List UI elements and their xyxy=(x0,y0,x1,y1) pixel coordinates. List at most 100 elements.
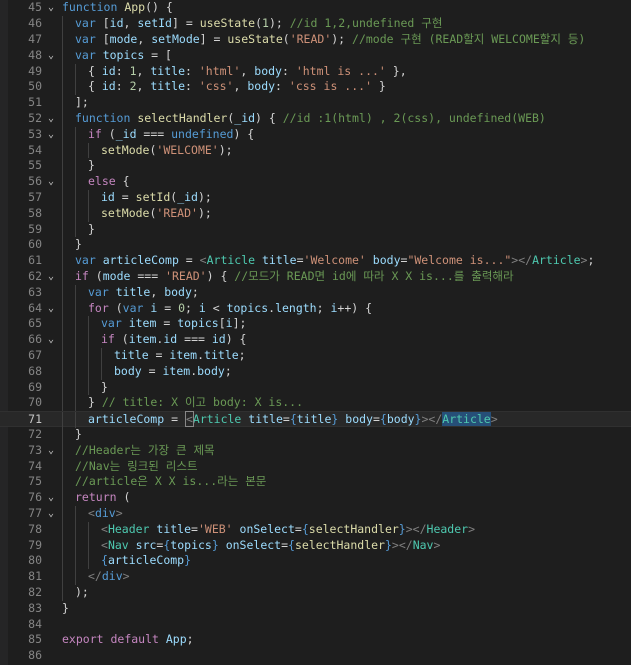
fold-chevron-icon[interactable]: ⌄ xyxy=(48,111,54,127)
code-token: onSelect xyxy=(225,537,282,552)
code-token: ( xyxy=(95,269,103,283)
code-line[interactable]: 62 ⌄ if (mode === 'READ') { //모드가 READ면 id… xyxy=(0,269,631,285)
indent-guide xyxy=(62,47,63,64)
code-token: } xyxy=(211,537,226,552)
indent-guide xyxy=(62,63,63,80)
code-token: item xyxy=(128,316,157,331)
code-token: default xyxy=(110,632,166,647)
code-token: = xyxy=(157,300,179,315)
code-line[interactable]: 74 //Nav는 링크된 리스트 xyxy=(0,458,631,475)
code-token: Article xyxy=(532,253,581,268)
code-line[interactable]: 68 body = item.body; xyxy=(0,363,631,380)
code-line[interactable]: 63 var title, body; xyxy=(0,284,631,301)
indent-guide xyxy=(62,379,63,396)
code-line[interactable]: 58 setMode('READ'); xyxy=(0,205,631,222)
fold-chevron-icon[interactable]: ⌄ xyxy=(48,490,54,506)
code-text: </div> xyxy=(88,569,130,585)
code-token: ) { xyxy=(233,126,255,141)
code-token: ) { xyxy=(225,332,247,347)
code-line[interactable]: 75 //article은 X X is...라는 본문 xyxy=(0,474,631,491)
code-token: length xyxy=(275,300,317,315)
line-number: 66 xyxy=(28,332,42,347)
code-line[interactable]: 55} xyxy=(0,158,631,175)
code-line[interactable]: 45 ⌄ function App() { xyxy=(0,0,631,16)
indent-guide xyxy=(62,300,63,317)
code-editor[interactable]: 45 ⌄ function App() {46 var [id, setId] = u… xyxy=(0,0,631,665)
code-line[interactable]: 78 <Header title='WEB' onSelect={selectHa… xyxy=(0,521,631,538)
code-line[interactable]: 70} // title: X 이고 body: X is... xyxy=(0,395,631,412)
code-line[interactable]: 84 xyxy=(0,617,631,633)
code-token: ( xyxy=(115,300,123,315)
fold-chevron-icon[interactable]: ⌄ xyxy=(48,332,54,348)
code-line[interactable]: 57 id = setId(_id); xyxy=(0,190,631,206)
code-line[interactable]: 71 articleComp = <Article title={title} b… xyxy=(0,411,631,428)
fold-chevron-icon[interactable]: ⌄ xyxy=(48,48,54,64)
code-token: ; xyxy=(185,300,199,315)
code-line[interactable]: 65 var item = topics[i]; xyxy=(0,316,631,333)
fold-chevron-icon[interactable]: ⌄ xyxy=(48,174,54,190)
code-line[interactable]: 50 { id: 2, title: 'css', body: 'css is .… xyxy=(0,79,631,96)
indent-guide xyxy=(75,142,76,159)
line-number: 83 xyxy=(28,600,42,615)
code-line[interactable]: 72} xyxy=(0,427,631,443)
code-token: = xyxy=(164,412,185,427)
code-token: return xyxy=(75,490,124,505)
code-token: title xyxy=(156,521,192,536)
code-token: === xyxy=(177,332,212,347)
code-line[interactable]: 46 var [id, setId] = useState(1); //id 1,… xyxy=(0,16,631,32)
code-line[interactable]: 66 ⌄ if (item.id === id) { xyxy=(0,332,631,348)
line-number: 57 xyxy=(28,190,42,204)
code-line[interactable]: 82); xyxy=(0,585,631,601)
code-line[interactable]: 85 export default App; xyxy=(0,632,631,648)
code-line[interactable]: 69} xyxy=(0,379,631,396)
code-line[interactable]: 76 ⌄ return ( xyxy=(0,490,631,506)
code-token: var xyxy=(75,32,103,46)
code-token: "Welcome is..." xyxy=(407,253,512,268)
code-token: id xyxy=(101,190,115,204)
code-line[interactable]: 86 xyxy=(0,648,631,664)
fold-chevron-icon[interactable]: ⌄ xyxy=(48,506,54,522)
indent-guide xyxy=(75,221,76,238)
fold-chevron-icon[interactable]: ⌄ xyxy=(48,301,54,317)
code-token: , xyxy=(123,16,138,31)
fold-chevron-icon[interactable]: ⌄ xyxy=(48,269,54,285)
code-token: [ xyxy=(102,32,110,46)
code-token: < xyxy=(184,411,194,428)
code-line[interactable]: 79 <Nav src={topics} onSelect={selectHand… xyxy=(0,537,631,554)
code-line[interactable]: 83} xyxy=(0,601,631,617)
code-token: ); xyxy=(197,190,212,204)
code-token: > xyxy=(490,412,498,427)
code-line[interactable]: 64 ⌄ for (var i = 0; i < topics.length; i+… xyxy=(0,300,631,317)
code-line[interactable]: 48 ⌄ var topics = [ xyxy=(0,47,631,64)
code-line[interactable]: 60} xyxy=(0,237,631,254)
code-line[interactable]: 81 </div> xyxy=(0,569,631,585)
code-token: ); xyxy=(218,142,233,157)
code-line[interactable]: 59} xyxy=(0,221,631,238)
code-line[interactable]: 49 { id: 1, title: 'html', body: 'html is… xyxy=(0,63,631,80)
code-token: 'READ' xyxy=(289,32,332,46)
line-number: 67 xyxy=(28,348,42,362)
fold-chevron-icon[interactable]: ⌄ xyxy=(48,127,54,143)
fold-chevron-icon[interactable]: ⌄ xyxy=(48,0,54,16)
code-text: setMode('WELCOME'); xyxy=(101,143,233,159)
code-line[interactable]: 56 ⌄ else { xyxy=(0,174,631,190)
code-line[interactable]: 52 ⌄ function selectHandler(_id) { //id :1… xyxy=(0,111,631,127)
code-line[interactable]: 67 title = item.title; xyxy=(0,348,631,364)
indent-guide xyxy=(62,16,63,32)
code-token: mode xyxy=(109,32,138,46)
indent-guide xyxy=(75,412,76,428)
code-line[interactable]: 77 ⌄ <div> xyxy=(0,506,631,522)
code-token: useState xyxy=(227,32,283,46)
code-token: var xyxy=(88,284,116,299)
code-text: } xyxy=(101,380,108,396)
code-line[interactable]: 51]; xyxy=(0,95,631,111)
code-line[interactable]: 61 var articleComp = <Article title='Welc… xyxy=(0,253,631,269)
fold-chevron-icon[interactable]: ⌄ xyxy=(48,443,54,459)
code-line[interactable]: 53 ⌄ if (_id === undefined) { xyxy=(0,126,631,143)
code-line[interactable]: 54 setMode('WELCOME'); xyxy=(0,142,631,159)
code-line[interactable]: 73 ⌄ //Header는 가장 큰 제목 xyxy=(0,442,631,459)
indent-guide xyxy=(62,79,63,96)
code-line[interactable]: 80 {articleComp} xyxy=(0,553,631,570)
code-line[interactable]: 47 var [mode, setMode] = useState('READ')… xyxy=(0,32,631,48)
code-token: = xyxy=(282,412,290,427)
